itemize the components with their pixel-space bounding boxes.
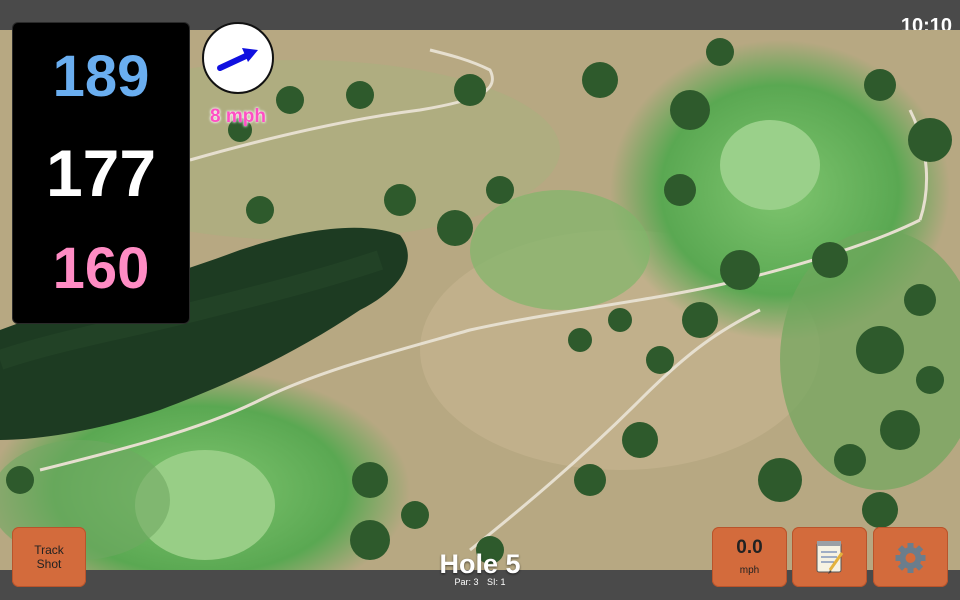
- gear-icon: [895, 543, 926, 573]
- distance-panel: 189 177 160: [12, 22, 190, 324]
- wind-indicator: [202, 22, 274, 94]
- distance-middle: 177: [45, 136, 157, 210]
- wind-speed: 8 mph: [210, 106, 266, 127]
- speed-button[interactable]: 0.0 mph: [712, 527, 787, 587]
- track-shot-button[interactable]: Track Shot: [12, 527, 86, 587]
- hole-par: Par: 3: [454, 577, 479, 587]
- hole-stroke-index: SI: 1: [487, 577, 506, 587]
- wind-direction-arrow-icon: [217, 48, 258, 71]
- hole-title: Hole 5: [439, 549, 521, 579]
- hole-info: Par: 3 SI: 1: [380, 577, 580, 587]
- track-shot-label: Track Shot: [34, 543, 64, 571]
- speed-value: 0.0: [736, 537, 763, 558]
- speed-unit: mph: [739, 565, 760, 576]
- distance-back: 189: [52, 44, 150, 109]
- distance-front: 160: [52, 236, 150, 301]
- notepad-icon: [816, 541, 844, 574]
- settings-button[interactable]: [873, 527, 948, 587]
- notes-button[interactable]: [792, 527, 867, 587]
